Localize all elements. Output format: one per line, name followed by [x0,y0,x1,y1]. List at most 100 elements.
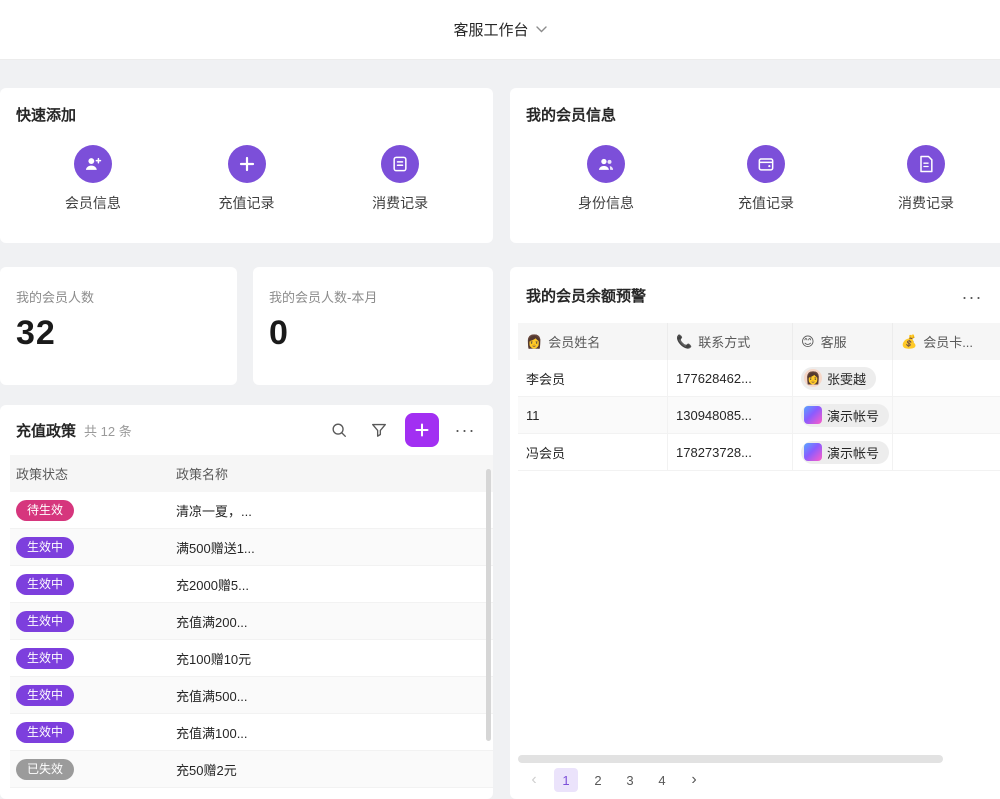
column-label: 会员姓名 [548,332,600,351]
page-button-3[interactable]: 3 [618,768,642,792]
table-row[interactable]: 待生效 清凉一夏，... [10,492,493,529]
action-identity-info[interactable]: 身份信息 [526,145,686,213]
table-row[interactable]: 生效中 充值满100... [10,714,493,751]
agent-chip: 演示帐号 [801,441,889,464]
action-recharge-record[interactable]: 充值记录 [686,145,846,213]
status-badge: 生效中 [16,537,74,558]
table-row[interactable]: 11 130948085... 演示帐号 0 [518,397,1000,434]
action-recharge-record[interactable]: 充值记录 [170,145,324,213]
card-title: 充值政策 [16,420,76,441]
agent-name: 张雯越 [827,369,866,388]
agent-name: 演示帐号 [827,443,879,462]
balance-warning-card: 我的会员余额预警 ··· 👩 会员姓名 📞 联系方式 😊 客服 [510,267,1000,799]
stat-card-member-count-month: 我的会员人数-本月 0 [253,267,493,385]
action-label: 充值记录 [219,193,275,213]
next-page-button[interactable]: › [682,768,706,792]
more-button[interactable]: ··· [958,283,986,311]
member-balance: 0 [893,397,1000,433]
search-button[interactable] [325,416,353,444]
page-button-1[interactable]: 1 [554,768,578,792]
member-icon: 👩 [526,334,542,350]
policy-name: 满500赠送1... [170,538,493,557]
action-member-info[interactable]: 会员信息 [16,145,170,213]
agent-name: 演示帐号 [827,406,879,425]
card-title: 我的会员余额预警 [526,285,646,306]
demo-account-logo-icon [804,443,822,461]
action-consume-record[interactable]: 消费记录 [323,145,477,213]
avatar: 👩 [804,369,822,387]
member-info-card: 我的会员信息 身份信息 充值记录 [510,88,1000,243]
ellipsis-icon: ··· [962,288,983,306]
column-header-member-name: 👩 会员姓名 [518,323,668,360]
policy-name: 充2000赠5... [170,575,493,594]
action-label: 充值记录 [738,193,794,213]
policy-name: 充值满500... [170,686,493,705]
page-button-4[interactable]: 4 [650,768,674,792]
search-icon [330,421,348,439]
phone-icon: 📞 [676,334,692,350]
receipt-icon [381,145,419,183]
stat-label: 我的会员人数-本月 [269,287,477,306]
member-name: 11 [518,397,668,433]
scrollbar-thumb[interactable] [518,755,943,763]
more-button[interactable]: ··· [451,416,479,444]
member-name: 冯会员 [518,434,668,470]
member-info-actions: 身份信息 充值记录 消费记录 [526,145,1000,213]
quick-add-card: 快速添加 会员信息 充值记录 [0,88,493,243]
status-badge: 已失效 [16,759,74,780]
ellipsis-icon: ··· [455,421,476,439]
demo-account-logo-icon [804,406,822,424]
vertical-scrollbar[interactable] [486,469,491,741]
horizontal-scrollbar[interactable] [518,755,1000,763]
policy-name: 充值满100... [170,723,493,742]
table-row[interactable]: 生效中 满500赠送1... [10,529,493,566]
card-title: 我的会员信息 [526,104,1000,125]
table-row[interactable]: 生效中 充2000赠5... [10,566,493,603]
chevron-down-icon [536,26,547,33]
table-row[interactable]: 生效中 充100赠10元 [10,640,493,677]
filter-icon [370,421,388,439]
status-badge: 生效中 [16,648,74,669]
column-header-status: 政策状态 [10,464,170,483]
pagination: ‹ 1 2 3 4 › [522,767,706,793]
person-add-icon [74,145,112,183]
table-row[interactable]: 生效中 充值满200... [10,603,493,640]
quick-add-actions: 会员信息 充值记录 消费记录 [16,145,477,213]
stat-value: 32 [16,314,221,353]
stat-label: 我的会员人数 [16,287,221,306]
status-badge: 生效中 [16,722,74,743]
table-row[interactable]: 已失效 充50赠2元 [10,751,493,788]
column-label: 会员卡... [923,332,973,351]
workspace-switcher[interactable]: 客服工作台 [453,19,546,40]
action-consume-record[interactable]: 消费记录 [846,145,1000,213]
card-title: 快速添加 [16,104,477,125]
plus-icon [414,422,430,438]
table-row[interactable]: 生效中 充值满500... [10,677,493,714]
record-count: 共 12 条 [84,421,132,440]
policy-name: 清凉一夏，... [170,501,493,520]
column-header-name: 政策名称 [170,464,493,483]
status-badge: 生效中 [16,611,74,632]
policy-table: 政策状态 政策名称 待生效 清凉一夏，... 生效中 满500赠送1... 生效… [10,455,493,788]
money-bag-icon: 💰 [901,334,917,350]
dashboard: 客服工作台 快速添加 会员信息 充值记录 [0,0,1000,799]
member-name: 李会员 [518,360,668,396]
recharge-policy-header: 充值政策 共 12 条 ··· [0,405,493,455]
column-header-agent: 😊 客服 [793,323,893,360]
prev-page-button[interactable]: ‹ [522,768,546,792]
policy-name: 充50赠2元 [170,760,493,779]
plus-icon [228,145,266,183]
add-policy-button[interactable] [405,413,439,447]
filter-button[interactable] [365,416,393,444]
stat-value: 0 [269,314,477,353]
recharge-policy-card: 充值政策 共 12 条 ··· 政策状态 政策名称 待生效 [0,405,493,799]
column-label: 客服 [821,332,847,351]
table-row[interactable]: 冯会员 178273728... 演示帐号 0 [518,434,1000,471]
smiley-icon: 😊 [801,334,815,350]
page-button-2[interactable]: 2 [586,768,610,792]
document-icon [907,145,945,183]
status-badge: 生效中 [16,574,74,595]
table-row[interactable]: 李会员 177628462... 👩 张雯越 0 [518,360,1000,397]
action-label: 消费记录 [372,193,428,213]
column-header-card-balance: 💰 会员卡... [893,323,1000,360]
